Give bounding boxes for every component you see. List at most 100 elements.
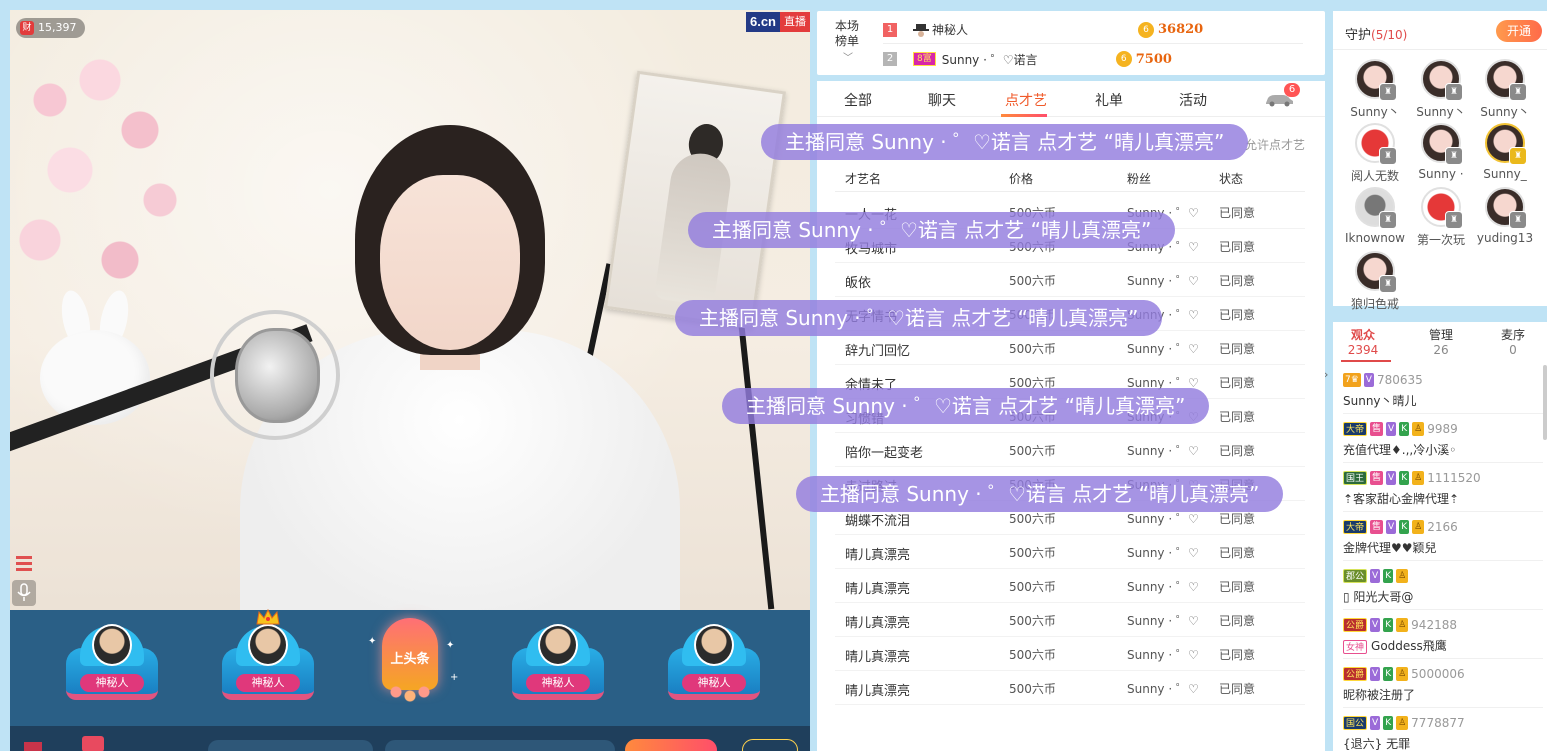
- audience-row[interactable]: 国王售 V K ♙ 1111520 ⇡客家甜心金牌代理⇡: [1343, 464, 1543, 512]
- coin-icon: 6: [1115, 51, 1132, 67]
- guard-member[interactable]: ♜ Sunny_: [1473, 123, 1537, 183]
- open-guard-button[interactable]: 开通: [1496, 20, 1542, 42]
- talent-row[interactable]: 晴儿真漂亮 500六币 Sunny · ゜♡ 已同意: [835, 535, 1305, 569]
- site-logo[interactable]: 6.cn 直播: [745, 12, 810, 32]
- guard-member[interactable]: ♜ Sunny丶: [1473, 59, 1537, 119]
- talent-price: 500六币: [1009, 546, 1056, 560]
- seat-4[interactable]: 神秘人: [666, 618, 762, 713]
- microphone-icon[interactable]: [12, 580, 36, 606]
- user-name: Sunny丶晴儿: [1343, 394, 1417, 408]
- talent-price: 500六币: [1009, 614, 1056, 628]
- collapse-arrow-icon[interactable]: ›: [1324, 368, 1328, 381]
- seat-name: 神秘人: [236, 674, 300, 692]
- talent-name: 蝴蝶不流泪: [845, 514, 911, 529]
- audience-row[interactable]: 公爵 V K ♙ 942188 女神 Goddess飛鹰: [1343, 611, 1543, 659]
- rank-row[interactable]: 2 8富 Sunny · ゜♡诺言 6 7500: [883, 45, 1303, 73]
- guard-panel: 守护(5/10) 开通 ♜ Sunny丶 ♜ Sunny丶 ♜ Sunny丶 ♜ 阅人无数 ♜ S…: [1333, 11, 1547, 311]
- audience-row[interactable]: 大帝售 V K ♙ 2166 金牌代理♥♥颖兒: [1343, 513, 1543, 561]
- talent-row[interactable]: 晴儿真漂亮 500六币 Sunny · ゜♡ 已同意: [835, 569, 1305, 603]
- talent-name: 晴儿真漂亮: [845, 548, 911, 563]
- audience-name-line: ▯ 阳光大哥@: [1343, 588, 1413, 605]
- talent-row[interactable]: 辞九门回忆 500六币 Sunny · ゜♡ 已同意: [835, 331, 1305, 365]
- guard-shield-icon: ♜: [1509, 83, 1527, 101]
- guard-member[interactable]: ♜ Sunny ·: [1409, 123, 1473, 183]
- user-name: 充值代理♦.,,冷小溪◦: [1343, 443, 1457, 457]
- audience-scrollbar[interactable]: [1543, 365, 1547, 440]
- talent-row[interactable]: 晴儿真漂亮 500六币 Sunny · ゜♡ 已同意: [835, 603, 1305, 637]
- gift-quantity-input[interactable]: [208, 740, 373, 751]
- audience-row[interactable]: 公爵 V K ♙ 5000006 昵称被注册了: [1343, 660, 1543, 708]
- audience-row[interactable]: 国公 V K ♙ 7778877 {退六} 无罪: [1343, 709, 1543, 751]
- rank-title: 本场榜单: [835, 19, 860, 48]
- tab-activity[interactable]: 活动: [1179, 90, 1207, 110]
- audience-row[interactable]: 郡公 V K ♙ ▯ 阳光大哥@: [1343, 562, 1543, 610]
- seat-strip: 神秘人 神秘人 上头条 ✦ ✦ + 神秘人 神秘人: [10, 608, 810, 726]
- chevron-down-icon[interactable]: ﹀: [843, 49, 853, 64]
- sparkle-icon: ✦: [446, 640, 455, 651]
- guard-shield-icon: ♜: [1445, 147, 1463, 165]
- allow-talent-toggle[interactable]: 允许点才艺: [1245, 136, 1305, 153]
- guard-member[interactable]: ♜ Iknownow: [1343, 187, 1407, 247]
- talent-price: 500六币: [1009, 580, 1056, 594]
- talent-fan: Sunny · ゜♡: [1127, 648, 1199, 662]
- audience-name-line: 女神 Goddess飛鹰: [1343, 637, 1447, 654]
- col-status: 状态: [1219, 172, 1244, 186]
- tab-audience[interactable]: 观众 2394: [1333, 328, 1393, 358]
- guard-name: Sunny丶: [1416, 105, 1466, 119]
- list-icon[interactable]: [12, 551, 36, 577]
- talent-row[interactable]: 晴儿真漂亮 500六币 Sunny · ゜♡ 已同意: [835, 671, 1305, 705]
- gift-target-select[interactable]: [385, 740, 615, 751]
- col-price: 价格: [1009, 172, 1034, 186]
- talent-row[interactable]: 皈依 500六币 Sunny · ゜♡ 已同意: [835, 263, 1305, 297]
- tab-chat[interactable]: 聊天: [928, 90, 956, 110]
- guard-shield-icon: ♜: [1509, 211, 1527, 229]
- gift-icon[interactable]: [82, 736, 104, 751]
- tab-all[interactable]: 全部: [844, 90, 872, 110]
- audience-badges: 郡公 V K ♙: [1343, 568, 1411, 584]
- user-id: 942188: [1411, 618, 1457, 632]
- seat-2[interactable]: 神秘人: [220, 608, 316, 713]
- tab-talent[interactable]: 点才艺: [1005, 90, 1047, 110]
- guard-shield-icon: ♜: [1379, 275, 1397, 293]
- guard-member[interactable]: ♜ Sunny丶: [1343, 59, 1407, 119]
- tab-admins[interactable]: 管理 26: [1411, 328, 1471, 358]
- talent-fan: Sunny · ゜♡: [1127, 614, 1199, 628]
- danmaku-message: 主播同意 Sunny · ゜♡诺言 点才艺 “晴儿真漂亮”: [675, 300, 1163, 336]
- guard-member[interactable]: ♜ 阅人无数: [1343, 123, 1407, 183]
- seat-1[interactable]: 神秘人: [64, 618, 160, 713]
- guard-name: Sunny丶: [1350, 105, 1400, 119]
- headline-button[interactable]: 上头条: [382, 618, 438, 708]
- talent-price: 500六币: [1009, 512, 1056, 526]
- level-badge: V: [1363, 373, 1374, 387]
- audience-row[interactable]: 7♛ V 780635 Sunny丶晴儿: [1343, 366, 1543, 414]
- guard-member[interactable]: ♜ Sunny丶: [1409, 59, 1473, 119]
- viewer-count-value: 15,397: [38, 21, 77, 34]
- guard-member[interactable]: ♜ 狼归色戒: [1343, 251, 1407, 311]
- level-badge: ♙: [1396, 716, 1409, 730]
- mystery-hat-icon: [913, 23, 929, 37]
- talent-status: 已同意: [1219, 376, 1256, 390]
- level-badge: 大帝: [1343, 422, 1368, 436]
- round-button[interactable]: [742, 739, 798, 751]
- send-gift-button[interactable]: [625, 739, 717, 751]
- guard-member[interactable]: ♜ 第一次玩: [1409, 187, 1473, 247]
- audience-name-line: {退六} 无罪: [1343, 735, 1410, 751]
- tab-gift-list[interactable]: 礼单: [1095, 90, 1123, 110]
- seat-3[interactable]: 神秘人: [510, 618, 606, 713]
- rank-row[interactable]: 1 神秘人 6 36820: [883, 16, 1303, 44]
- guard-member[interactable]: ♜ yuding13: [1473, 187, 1537, 247]
- level-badge: 大帝: [1343, 520, 1368, 534]
- talent-row[interactable]: 晴儿真漂亮 500六币 Sunny · ゜♡ 已同意: [835, 637, 1305, 671]
- talent-status: 已同意: [1219, 444, 1256, 458]
- streamer-face: [380, 175, 520, 350]
- envelope-icon[interactable]: [24, 742, 42, 751]
- talent-name: 晴儿真漂亮: [845, 616, 911, 631]
- active-tab-underline: [1001, 114, 1047, 117]
- talent-row[interactable]: 陪你一起变老 500六币 Sunny · ゜♡ 已同意: [835, 433, 1305, 467]
- audience-row[interactable]: 大帝售 V K ♙ 9989 充值代理♦.,,冷小溪◦: [1343, 415, 1543, 463]
- talent-fan: Sunny · ゜♡: [1127, 580, 1199, 594]
- level-badge: ♙: [1412, 471, 1425, 485]
- tab-mic-queue[interactable]: 麦序 0: [1483, 328, 1543, 358]
- rank-score: 36820: [1158, 22, 1204, 37]
- level-badge: V: [1386, 520, 1397, 534]
